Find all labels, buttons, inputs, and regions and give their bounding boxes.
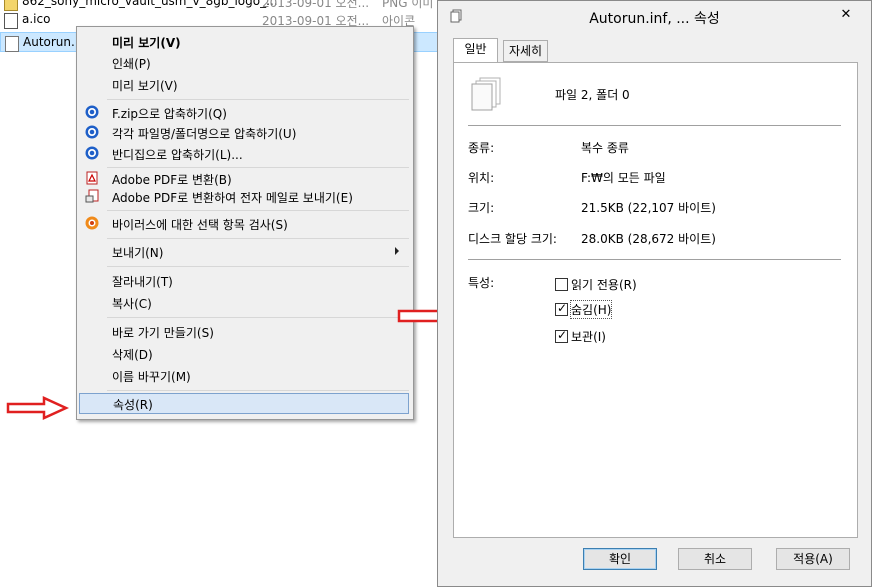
dialog-titlebar[interactable]: Autorun.inf, ... 속성 ✕ — [438, 1, 871, 33]
attributes-label: 특성: — [468, 276, 495, 290]
tab-label: 일반 — [464, 42, 487, 56]
archive-checkbox[interactable]: ✓ — [555, 328, 568, 343]
menu-item-label: 미리 보기(V) — [112, 36, 181, 50]
readonly-checkbox[interactable] — [555, 278, 568, 291]
size-on-disk-value: 28.0KB (28,672 바이트) — [581, 232, 716, 246]
menu-item-properties[interactable]: 속성(R) — [79, 393, 409, 414]
hidden-checkbox[interactable]: ✓ — [555, 301, 568, 316]
menu-item-label: F.zip으로 압축하기(Q) — [112, 107, 227, 121]
tab-general[interactable]: 일반 — [453, 38, 498, 63]
menu-item-label: 인쇄(P) — [112, 57, 151, 71]
menu-item-label: 이름 바꾸기(M) — [112, 370, 191, 384]
pdf-icon — [86, 171, 98, 185]
type-value: 복수 종류 — [581, 141, 629, 155]
menu-separator — [107, 266, 409, 267]
menu-item-label: 삭제(D) — [112, 348, 153, 362]
annotation-arrow-icon — [6, 396, 70, 420]
menu-item-preview[interactable]: 미리 보기(V) — [79, 74, 409, 95]
ok-button[interactable]: 확인 — [583, 548, 657, 570]
general-panel: 파일 2, 폴더 0 종류: 복수 종류 위치: F:₩의 모든 파일 크기: … — [453, 62, 858, 538]
menu-item-label: Adobe PDF로 변환하여 전자 메일로 보내기(E) — [112, 191, 353, 205]
location-label: 위치: — [468, 171, 495, 185]
menu-item-label: 복사(C) — [112, 297, 152, 311]
archive-label: 보관(I) — [571, 330, 606, 344]
menu-separator — [107, 210, 409, 211]
menu-separator — [107, 317, 409, 318]
submenu-arrow-icon — [395, 247, 399, 255]
menu-item-label: 바이러스에 대한 선택 항목 검사(S) — [112, 218, 288, 232]
tab-details[interactable]: 자세히 — [503, 40, 548, 62]
type-label: 종류: — [468, 141, 495, 155]
menu-item-label: 각각 파일명/폴더명으로 압축하기(U) — [112, 127, 297, 141]
location-value: F:₩의 모든 파일 — [581, 171, 666, 185]
menu-item-delete[interactable]: 삭제(D) — [79, 343, 409, 364]
compress-icon — [85, 146, 99, 160]
menu-item-label: 보내기(N) — [112, 246, 164, 260]
menu-separator — [107, 238, 409, 239]
menu-item-preview-default[interactable]: 미리 보기(V) — [79, 31, 409, 52]
ico-file-icon — [4, 13, 18, 29]
menu-item-print[interactable]: 인쇄(P) — [79, 52, 409, 73]
menu-item-rename[interactable]: 이름 바꾸기(M) — [79, 365, 409, 386]
menu-item-label: 반디집으로 압축하기(L)... — [112, 148, 243, 162]
menu-item-pdf-email[interactable]: Adobe PDF로 변환하여 전자 메일로 보내기(E) — [79, 186, 409, 207]
compress-icon — [85, 125, 99, 139]
menu-item-label: 잘라내기(T) — [112, 275, 173, 289]
checkmark-icon: ✓ — [557, 328, 568, 342]
menu-separator — [107, 390, 409, 391]
dialog-title: Autorun.inf, ... 속성 — [589, 11, 720, 27]
file-name: 862_sony_micro_vault_usm_v_8gb_logo_... — [22, 0, 278, 8]
tab-label: 자세히 — [508, 44, 543, 58]
menu-item-copy[interactable]: 복사(C) — [79, 292, 409, 313]
compress-icon — [85, 105, 99, 119]
close-button[interactable]: ✕ — [837, 7, 855, 23]
menu-item-virus-scan[interactable]: 바이러스에 대한 선택 항목 검사(S) — [79, 213, 409, 234]
readonly-label: 읽기 전용(R) — [571, 278, 637, 292]
divider — [468, 125, 841, 126]
menu-item-label: 속성(R) — [113, 398, 153, 412]
menu-item-cut[interactable]: 잘라내기(T) — [79, 270, 409, 291]
divider — [468, 259, 841, 260]
checkmark-icon: ✓ — [557, 301, 568, 315]
file-name: a.ico — [22, 12, 51, 26]
context-menu: 미리 보기(V) 인쇄(P) 미리 보기(V) F.zip으로 압축하기(Q) … — [76, 26, 414, 420]
size-value: 21.5KB (22,107 바이트) — [581, 201, 716, 215]
antivirus-icon — [85, 216, 99, 230]
pdf-mail-icon — [85, 189, 99, 203]
size-on-disk-label: 디스크 할당 크기: — [468, 232, 557, 246]
properties-dialog: Autorun.inf, ... 속성 ✕ 일반 자세히 파일 2, 폴더 0 … — [437, 0, 872, 587]
multiple-files-icon — [471, 77, 501, 111]
apply-button[interactable]: 적용(A) — [776, 548, 850, 570]
menu-item-create-shortcut[interactable]: 바로 가기 만들기(S) — [79, 321, 409, 342]
menu-item-label: 미리 보기(V) — [112, 79, 178, 93]
hidden-label: 숨김(H) — [569, 300, 613, 319]
menu-item-zip-each[interactable]: 각각 파일명/폴더명으로 압축하기(U) — [79, 122, 409, 143]
menu-item-zip[interactable]: F.zip으로 압축하기(Q) — [79, 102, 409, 123]
inf-file-icon — [5, 36, 19, 52]
menu-item-bandizip[interactable]: 반디집으로 압축하기(L)... — [79, 143, 409, 164]
cancel-button[interactable]: 취소 — [678, 548, 752, 570]
menu-separator — [107, 99, 409, 100]
menu-item-label: 바로 가기 만들기(S) — [112, 326, 214, 340]
selection-summary: 파일 2, 폴더 0 — [555, 88, 630, 102]
menu-item-send-to[interactable]: 보내기(N) — [79, 241, 409, 262]
size-label: 크기: — [468, 201, 495, 215]
